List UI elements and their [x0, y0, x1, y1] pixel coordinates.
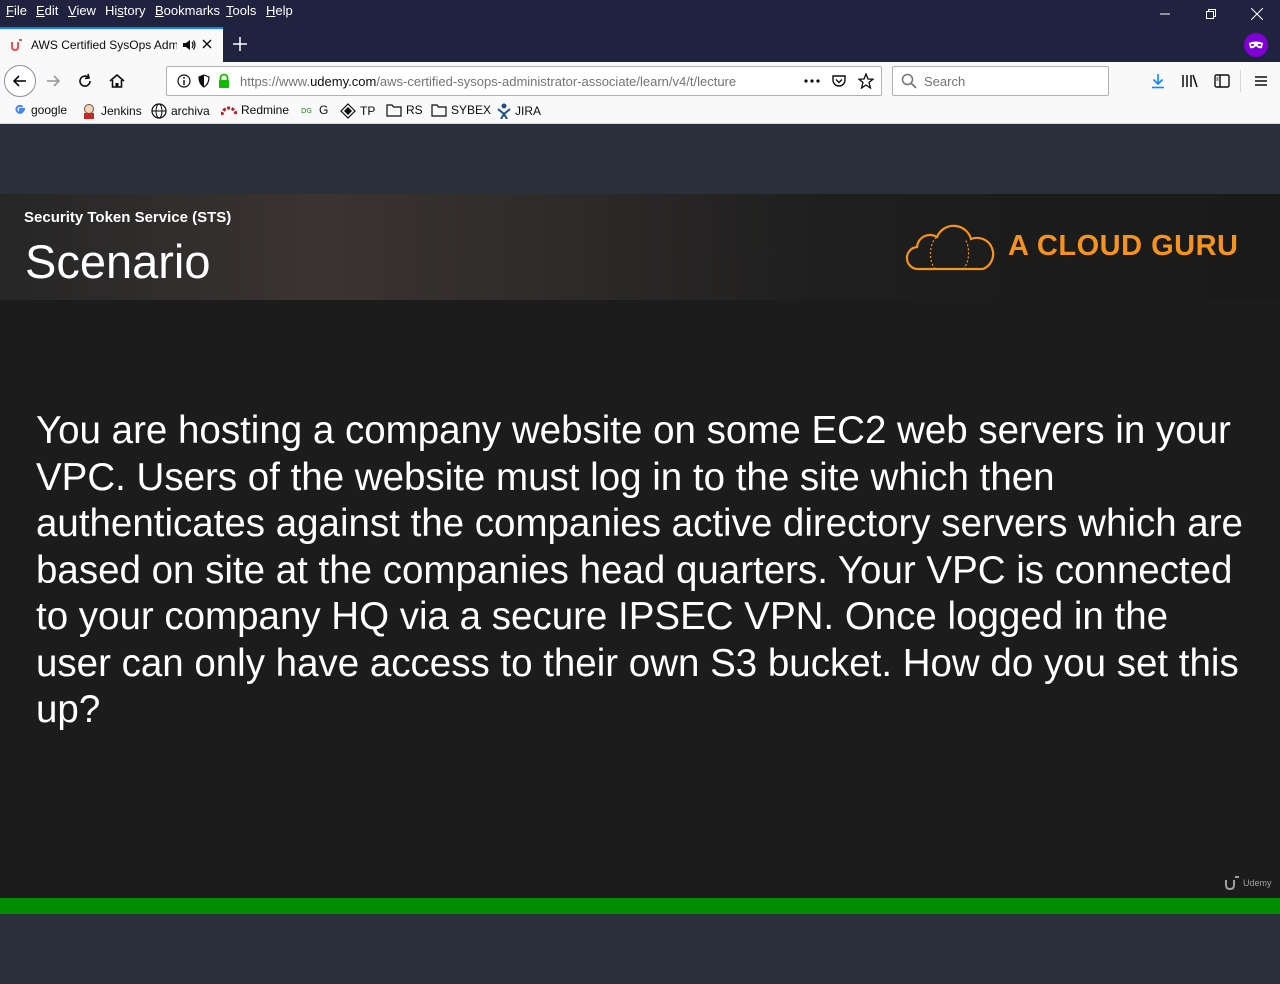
globe-icon — [151, 103, 167, 119]
menu-tools[interactable]: Tools — [226, 3, 256, 18]
minimize-button[interactable] — [1142, 0, 1188, 27]
bookmark-jenkins[interactable]: Jenkins — [81, 103, 142, 119]
search-input[interactable]: Search — [924, 74, 965, 89]
bookmark-g[interactable]: DG G — [301, 103, 328, 117]
bookmark-redmine[interactable]: Redmine — [221, 103, 289, 117]
downloads-button[interactable] — [1144, 67, 1172, 95]
close-window-button[interactable] — [1234, 0, 1280, 27]
info-icon[interactable] — [177, 74, 191, 91]
tracking-shield-icon[interactable] — [197, 74, 211, 91]
reload-button[interactable] — [71, 67, 99, 95]
private-browsing-icon — [1244, 33, 1268, 57]
udemy-icon — [10, 38, 24, 55]
bookmark-label: G — [319, 103, 329, 117]
restore-icon — [1206, 8, 1216, 19]
dg-icon: DG — [301, 107, 312, 115]
svg-text:DG: DG — [301, 107, 312, 115]
star-icon[interactable] — [857, 72, 875, 92]
udemy-watermark-text: Udemy — [1243, 878, 1272, 888]
bookmark-label: SYBEX — [451, 103, 492, 117]
folder-icon — [431, 104, 447, 117]
bookmark-label: Redmine — [241, 103, 290, 117]
search-icon — [901, 73, 917, 92]
more-actions-icon[interactable] — [803, 74, 821, 91]
plus-icon — [233, 37, 247, 51]
menu-bookmarks[interactable]: Bookmarks — [155, 3, 220, 18]
new-tab-button[interactable] — [230, 34, 250, 59]
menu-help[interactable]: Help — [266, 3, 293, 18]
arrow-left-icon — [12, 75, 26, 87]
tab-strip: AWS Certified SysOps Administrator - Ass… — [0, 27, 1280, 62]
page-content: Security Token Service (STS) Scenario A … — [0, 124, 1280, 984]
url-text[interactable]: https://www.udemy.com/aws-certified-syso… — [240, 74, 770, 89]
arrow-right-icon — [47, 75, 61, 87]
scenario-text: You are hosting a company website on som… — [36, 409, 1243, 731]
bookmark-jira[interactable]: JIRA — [497, 103, 541, 119]
search-bar[interactable]: Search — [892, 66, 1109, 96]
bookmark-archiva[interactable]: archiva — [151, 103, 210, 119]
menu-view[interactable]: View — [68, 3, 96, 18]
sidebar-button[interactable] — [1208, 67, 1236, 95]
close-icon — [1251, 7, 1263, 20]
tp-icon — [340, 103, 356, 119]
hamburger-icon — [1255, 76, 1267, 86]
bookmark-tp[interactable]: TP — [340, 103, 375, 119]
jira-icon — [497, 103, 511, 119]
slide-header: Security Token Service (STS) Scenario A … — [0, 194, 1280, 300]
bookmark-folder-rs[interactable]: RS — [386, 103, 423, 117]
bookmarks-toolbar: google Jenkins archiva Redmine DG G TP R… — [0, 100, 1280, 124]
menu-edit[interactable]: Edit — [36, 3, 58, 18]
restore-button[interactable] — [1188, 0, 1234, 27]
menu-file[interactable]: File — [6, 3, 27, 18]
slide-title: Scenario — [25, 235, 211, 288]
navigation-bar: https://www.udemy.com/aws-certified-syso… — [0, 62, 1280, 100]
lock-icon[interactable] — [217, 73, 231, 92]
download-icon — [1152, 74, 1164, 89]
cloud-logo-icon — [905, 224, 995, 271]
library-icon — [1182, 74, 1198, 88]
udemy-watermark: Udemy — [1224, 876, 1272, 890]
bookmark-folder-sybex[interactable]: SYBEX — [431, 103, 491, 117]
sidebar-icon — [1214, 74, 1230, 88]
tab-close-icon[interactable] — [200, 37, 214, 54]
bookmark-label: archiva — [171, 104, 210, 118]
url-bar[interactable]: https://www.udemy.com/aws-certified-syso… — [166, 66, 882, 96]
bookmark-label: RS — [406, 103, 423, 117]
bookmark-label: google — [31, 103, 68, 117]
menu-history[interactable]: History — [105, 3, 145, 18]
redmine-icon — [221, 106, 237, 116]
home-icon — [109, 73, 125, 88]
speaker-icon[interactable] — [182, 38, 196, 55]
bookmark-google[interactable]: google — [13, 103, 67, 117]
pocket-icon[interactable] — [831, 73, 847, 92]
toolbar-separator — [1240, 70, 1241, 92]
tab-udemy[interactable]: AWS Certified SysOps Administrator - Ass… — [0, 27, 223, 62]
brand-name: A CLOUD GURU — [1008, 230, 1239, 262]
menu-button[interactable] — [1247, 67, 1275, 95]
minimize-icon — [1160, 13, 1170, 14]
menu-bar: File Edit View History Bookmarks Tools H… — [0, 0, 1280, 27]
video-progress-bar[interactable] — [0, 898, 1280, 914]
reload-icon — [79, 73, 91, 87]
back-button[interactable] — [4, 65, 36, 97]
udemy-icon — [1225, 876, 1239, 890]
video-progress-fill — [0, 898, 1280, 914]
bookmark-label: Jenkins — [101, 104, 142, 118]
bookmark-label: JIRA — [515, 104, 542, 118]
tab-title: AWS Certified SysOps Administrator - Ass… — [31, 38, 177, 52]
jenkins-icon — [84, 104, 94, 119]
bookmark-label: TP — [360, 104, 376, 118]
video-player[interactable]: Security Token Service (STS) Scenario A … — [0, 194, 1280, 898]
google-icon — [15, 104, 25, 114]
slide-subtitle: Security Token Service (STS) — [24, 209, 232, 226]
home-button[interactable] — [103, 67, 131, 95]
folder-icon — [386, 104, 402, 117]
forward-button[interactable] — [39, 67, 67, 95]
library-button[interactable] — [1176, 67, 1204, 95]
